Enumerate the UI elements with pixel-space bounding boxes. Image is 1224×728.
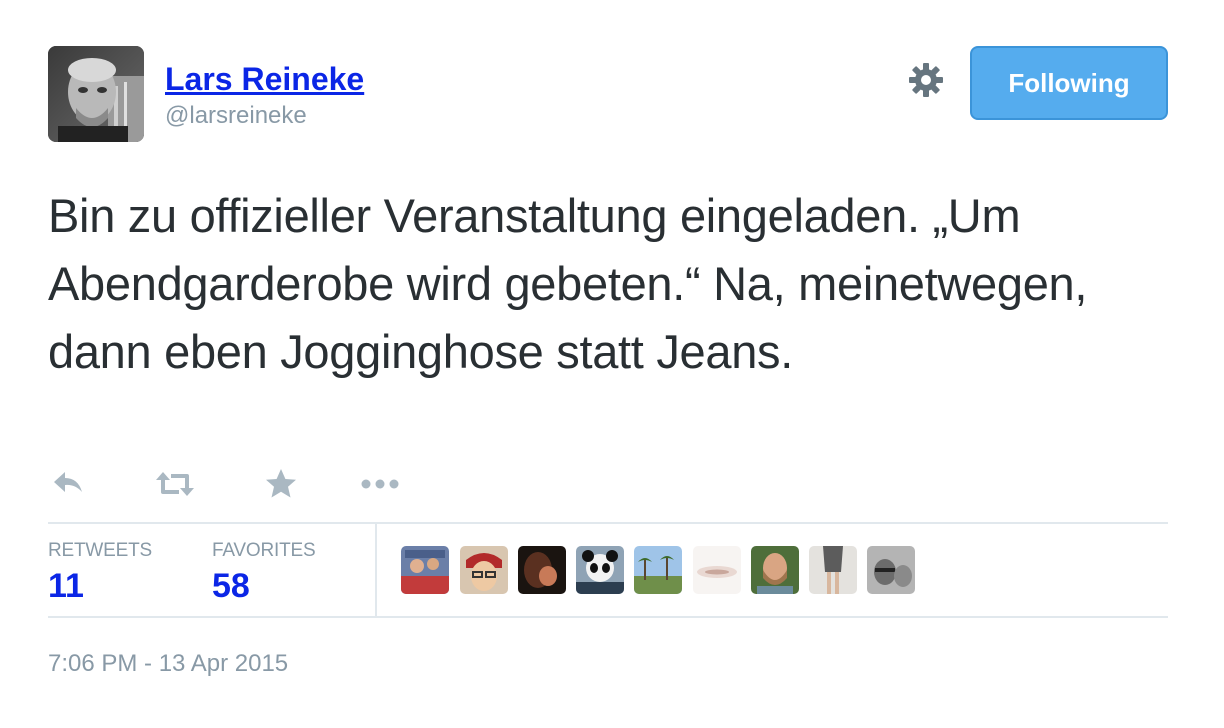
user-screen-name: @larsreineke [165,102,307,129]
favoriter-avatar[interactable] [809,546,857,594]
tweet-timestamp[interactable]: 7:06 PM - 13 Apr 2015 [48,650,288,678]
tweet-text: Bin zu offizieller Veranstaltung eingela… [48,189,1088,378]
favoriter-avatar[interactable] [693,546,741,594]
user-avatar-image [48,46,144,142]
favorite-icon[interactable] [261,464,301,504]
retweets-stat[interactable]: RETWEETS 11 [48,540,152,606]
following-button[interactable]: Following [970,46,1168,120]
favoriter-avatar[interactable] [401,546,449,594]
user-block: Lars Reineke @larsreineke [165,60,364,130]
stats-separator [375,524,377,618]
tweet-stats: RETWEETS 11 FAVORITES 58 [48,524,1168,618]
divider-bottom [48,616,1168,618]
tweet-header: Lars Reineke @larsreineke Following [48,46,1168,146]
favorites-stat[interactable]: FAVORITES 58 [212,540,316,606]
gear-icon[interactable] [906,60,946,100]
retweet-icon[interactable] [153,464,194,504]
tweet-card: Lars Reineke @larsreineke Following Bin … [48,46,1168,677]
favoriter-avatar[interactable] [576,546,624,594]
favoriter-avatar[interactable] [751,546,799,594]
retweets-label: RETWEETS [48,540,152,561]
favoriter-avatar[interactable] [867,546,915,594]
user-avatar[interactable] [48,46,144,142]
favoriter-avatar[interactable] [518,546,566,594]
retweets-count: 11 [48,567,84,605]
user-display-name[interactable]: Lars Reineke [165,60,364,98]
favoriter-avatar[interactable] [634,546,682,594]
favoriter-avatar[interactable] [460,546,508,594]
reply-icon[interactable] [48,464,88,504]
favorites-count: 58 [212,567,250,605]
more-icon[interactable] [358,464,399,504]
favorites-label: FAVORITES [212,540,316,561]
tweet-actions [48,464,448,504]
